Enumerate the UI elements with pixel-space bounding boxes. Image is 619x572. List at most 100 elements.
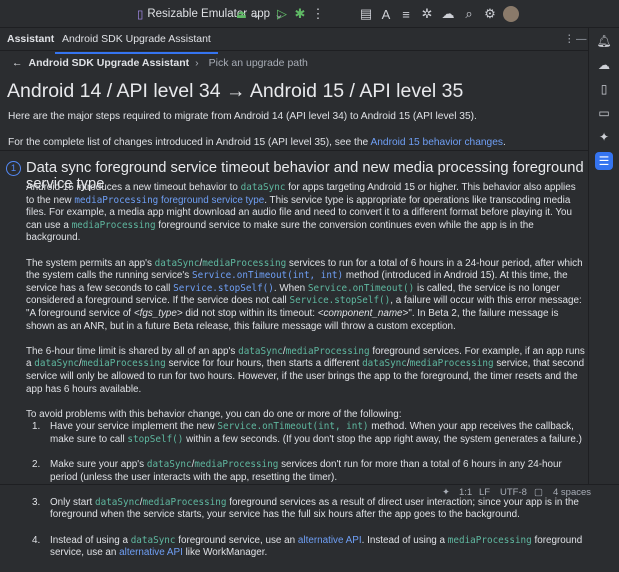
step-number-badge: 1	[6, 161, 21, 176]
placeholder-text: <fgs_type>	[134, 308, 183, 319]
line-ending[interactable]: LF	[479, 487, 490, 498]
breadcrumb-parent[interactable]: Android SDK Upgrade Assistant	[29, 57, 190, 69]
device-manager-icon[interactable]: ▤	[357, 5, 375, 23]
intro-text: For the complete list of changes introdu…	[8, 137, 370, 148]
text: Make sure your app's	[50, 459, 147, 470]
inline-code: Service.onTimeout()	[308, 283, 414, 294]
text: foreground service, use an	[175, 535, 297, 546]
list-number: 1.	[32, 421, 40, 434]
list-number: 4.	[32, 535, 40, 548]
translate-icon[interactable]: A	[377, 5, 395, 23]
link[interactable]: alternative API	[119, 547, 183, 558]
intro-link-text: For the complete list of changes introdu…	[8, 137, 506, 148]
inline-code: dataSync	[241, 182, 286, 193]
list-item: 3.Only start dataSync/mediaProcessing fo…	[26, 497, 586, 522]
bug-icon[interactable]: ✲	[418, 5, 436, 23]
inline-code: stopSelf()	[127, 434, 183, 445]
tab-bar: Assistant Android SDK Upgrade Assistant …	[0, 28, 588, 51]
paragraph: The 6-hour time limit is shared by all o…	[26, 346, 586, 396]
tab-assistant[interactable]: Assistant	[7, 33, 54, 45]
avatar[interactable]	[503, 6, 519, 22]
inline-code: dataSync	[362, 358, 407, 369]
running-devices-icon[interactable]: ▯	[595, 80, 613, 98]
chevron-right-icon: ›	[195, 57, 199, 69]
text: The system permits an app's	[26, 258, 155, 269]
indent[interactable]: 4 spaces	[553, 487, 591, 498]
inline-code: mediaProcessing	[72, 220, 156, 231]
text: . When	[274, 283, 308, 294]
inline-code: Service.onTimeout(int, int)	[217, 421, 368, 432]
text: service for four hours, then starts a di…	[166, 358, 362, 369]
gemini-icon[interactable]: ☁	[595, 56, 613, 74]
bell-icon[interactable]: 🔔︎	[595, 32, 613, 50]
sparkle-icon[interactable]: ✦	[442, 487, 450, 498]
inline-code: dataSync	[155, 258, 200, 269]
more-icon[interactable]: ⋮	[309, 5, 327, 23]
text: . Instead of using a	[362, 535, 448, 546]
inline-code: dataSync	[147, 459, 192, 470]
text: Have your service implement the new	[50, 421, 217, 432]
paragraph: The system permits an app's dataSync/med…	[26, 258, 586, 334]
inline-code: mediaProcessing	[202, 258, 286, 269]
paragraph: Android 15 introduces a new timeout beha…	[26, 182, 586, 245]
gear-icon[interactable]: ⚙	[481, 5, 499, 23]
link[interactable]: foreground service type	[158, 195, 264, 206]
code-link[interactable]: Service.onTimeout(int, int)	[192, 270, 343, 281]
module-label: app	[251, 8, 270, 20]
inline-code: mediaProcessing	[194, 459, 278, 470]
tab-upgrade-assistant[interactable]: Android SDK Upgrade Assistant	[62, 33, 211, 52]
wrap-icon[interactable]: ≡	[397, 5, 415, 23]
android-icon: ⏏	[236, 7, 247, 21]
text: like WorkManager.	[183, 547, 267, 558]
page-title: Android 14 / API level 34 → Android 15 /…	[7, 80, 463, 103]
main-toolbar: ▯Resizable Emulator⌄ ⏏app⌄ ▷ ✱ ⋮ ▤ A ≡ ✲…	[0, 0, 619, 28]
minimize-icon[interactable]: —	[576, 33, 587, 45]
run-icon[interactable]: ▷	[273, 5, 291, 23]
list-number: 2.	[32, 459, 40, 472]
code-link[interactable]: Service.stopSelf()	[173, 283, 274, 294]
text: Android 15 introduces a new timeout beha…	[26, 182, 241, 193]
checklist-icon[interactable]: ☰	[595, 152, 613, 170]
inline-code: mediaProcessing	[286, 346, 370, 357]
inline-code: dataSync	[34, 358, 79, 369]
assistant-panel: Assistant Android SDK Upgrade Assistant …	[0, 28, 589, 484]
gemini-icon[interactable]: ☁	[439, 5, 457, 23]
link[interactable]: alternative API	[298, 535, 362, 546]
sparkle-icon[interactable]: ✦	[595, 128, 613, 146]
text: did not stop within its timeout:	[183, 308, 318, 319]
status-bar: ✦ 1:1 LF UTF-8 ▢ 4 spaces	[0, 484, 619, 500]
list-item: 1. Have your service implement the new Se…	[26, 421, 586, 446]
breadcrumb-current: Pick an upgrade path	[209, 57, 308, 69]
text: The 6-hour time limit is shared by all o…	[26, 346, 238, 357]
list-intro: To avoid problems with this behavior cha…	[26, 409, 586, 422]
device-mirroring-icon[interactable]: ▭	[595, 104, 613, 122]
search-icon[interactable]: ⌕	[460, 5, 478, 23]
section-body: Android 15 introduces a new timeout beha…	[26, 182, 586, 572]
code-link[interactable]: mediaProcessing	[74, 195, 158, 206]
readonly-icon[interactable]: ▢	[534, 487, 543, 498]
list-item: 2.Make sure your app's dataSync/mediaPro…	[26, 459, 586, 484]
inline-code: dataSync	[238, 346, 283, 357]
inline-code: Service.stopSelf()	[289, 295, 390, 306]
divider	[0, 150, 589, 151]
right-tool-strip: 🔔︎ ☁ ▯ ▭ ✦ ☰	[589, 28, 619, 484]
debug-icon[interactable]: ✱	[291, 5, 309, 23]
behavior-changes-link[interactable]: Android 15 behavior changes	[370, 137, 503, 148]
inline-code: mediaProcessing	[82, 358, 166, 369]
list-item: 4. Instead of using a dataSync foreground…	[26, 535, 586, 560]
breadcrumb: ← Android SDK Upgrade Assistant › Pick a…	[12, 57, 308, 69]
cursor-position[interactable]: 1:1	[459, 487, 472, 498]
intro-text: Here are the major steps required to mig…	[8, 111, 477, 122]
text: within a few seconds. (If you don't stop…	[183, 434, 582, 445]
device-label: Resizable Emulator	[147, 8, 247, 20]
inline-code: mediaProcessing	[410, 358, 494, 369]
placeholder-text: <component_name>	[318, 308, 409, 319]
device-icon: ▯	[137, 7, 143, 21]
inline-code: dataSync	[131, 535, 176, 546]
options-icon[interactable]: ⋮	[564, 33, 575, 45]
inline-code: mediaProcessing	[448, 535, 532, 546]
intro-text: .	[503, 137, 506, 148]
back-arrow-icon[interactable]: ←	[12, 57, 23, 69]
text: Instead of using a	[50, 535, 131, 546]
encoding[interactable]: UTF-8	[500, 487, 527, 498]
